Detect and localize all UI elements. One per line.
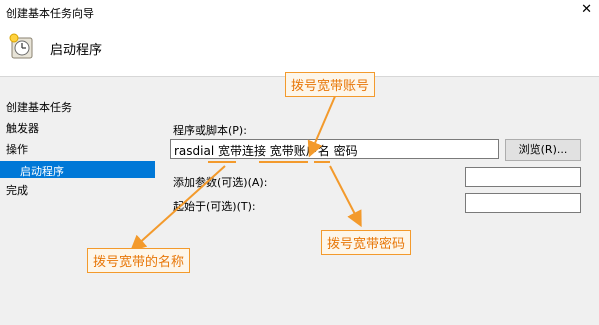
- step-create-basic-task[interactable]: 创建基本任务: [6, 99, 72, 115]
- args-input[interactable]: [465, 167, 581, 187]
- step-action[interactable]: 操作: [6, 141, 28, 157]
- program-input[interactable]: rasdial 宽带连接 宽带账户名 密码: [170, 139, 499, 159]
- annotation-connection-name: 拨号宽带的名称: [87, 248, 191, 273]
- start-in-label: 起始于(可选)(T):: [173, 200, 256, 213]
- step-start-program-label: 启动程序: [20, 165, 64, 178]
- step-start-program[interactable]: 启动程序: [0, 161, 155, 178]
- program-label: 程序或脚本(P):: [173, 124, 247, 137]
- annotation-password: 拨号宽带密码: [321, 230, 412, 255]
- page-title: 启动程序: [50, 43, 103, 58]
- step-finish[interactable]: 完成: [6, 182, 28, 198]
- clock-icon: [9, 33, 33, 59]
- title-bar: 创建基本任务向导 ✕: [0, 0, 599, 22]
- wizard-header: 启动程序: [0, 22, 599, 77]
- wizard-steps: 创建基本任务 触发器 操作 启动程序 完成: [0, 77, 155, 325]
- browse-button[interactable]: 浏览(R)...: [505, 139, 581, 161]
- close-icon[interactable]: ✕: [581, 2, 592, 17]
- args-label: 添加参数(可选)(A):: [173, 176, 268, 189]
- step-trigger[interactable]: 触发器: [6, 120, 39, 136]
- start-in-input[interactable]: [465, 193, 581, 213]
- form-area: 程序或脚本(P): rasdial 宽带连接 宽带账户名 密码 浏览(R)...…: [155, 77, 599, 325]
- annotation-account: 拨号宽带账号: [285, 72, 376, 97]
- wizard-body: 创建基本任务 触发器 操作 启动程序 完成 程序或脚本(P): rasdial …: [0, 77, 599, 325]
- window-title: 创建基本任务向导: [6, 7, 94, 20]
